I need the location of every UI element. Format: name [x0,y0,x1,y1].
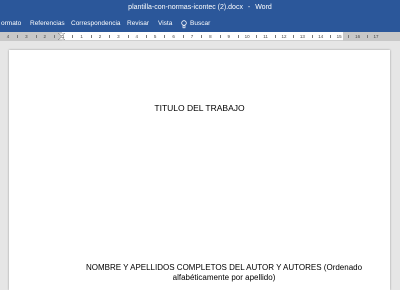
ruler-tick [201,35,203,38]
ruler-right-margin [343,32,400,41]
ruler-number: 7 [190,34,194,39]
ruler-tick [330,35,331,38]
horizontal-ruler[interactable]: 4 3 2 1 1 2 3 4 5 6 7 8 9 10 11 12 13 14 15 16 17 [0,32,400,41]
document-canvas[interactable]: TITULO DEL TRABAJO NOMBRE Y APELLIDOS CO… [0,42,400,290]
lightbulb-icon [181,19,187,28]
ruler-tick [127,35,129,38]
ruler-number: 9 [227,34,231,39]
document-title[interactable]: TITULO DEL TRABAJO [9,103,390,113]
ruler-tick [219,35,221,38]
document-page[interactable]: TITULO DEL TRABAJO NOMBRE Y APELLIDOS CO… [9,50,390,290]
tab-referencias[interactable]: Referencias [30,16,65,32]
title-separator: - [247,4,251,11]
ruler-number: 4 [6,34,10,39]
ruler-number: 13 [299,34,305,39]
ruler-number: 16 [355,34,361,39]
ruler-tick [109,35,111,38]
ruler-number: 12 [281,34,287,39]
ruler-tick [256,35,258,38]
tab-correspondencia[interactable]: Correspondencia [71,16,121,32]
ruler-tick [366,35,368,38]
ruler-number: 3 [25,34,28,39]
ruler-number: 11 [263,34,268,39]
ruler-tick [238,35,239,38]
ruler-tick [293,35,295,38]
ruler-tick [311,35,313,38]
tab-formato[interactable]: ormato [1,16,21,32]
ruler-number: 4 [135,34,139,39]
tab-vista[interactable]: Vista [158,16,172,32]
ribbon-tab-bar: ormato Referencias Correspondencia Revis… [0,16,400,32]
ruler-number: 15 [336,34,342,39]
ruler-number: 1 [80,34,83,39]
ruler-number: 17 [373,34,379,39]
ruler-tick [54,35,55,38]
ruler-tick [348,35,350,38]
ruler-number: 10 [244,34,250,39]
ruler-tick [72,35,74,38]
ruler-number: 2 [98,34,102,39]
ruler-tick [90,35,92,38]
ruler-number: 14 [318,34,324,39]
ruler-number: 1 [61,34,65,39]
document-name: plantilla-con-normas-icontec (2).docx [128,4,243,11]
ruler-tick [17,35,19,38]
title-bar: plantilla-con-normas-icontec (2).docx - … [0,0,400,16]
ruler-tick [182,35,184,38]
ruler-tick [35,35,37,38]
ruler-number: 5 [153,34,157,39]
document-authors[interactable]: NOMBRE Y APELLIDOS COMPLETOS DEL AUTOR Y… [79,263,369,283]
ruler-number: 8 [209,34,212,39]
ruler-number: 3 [117,34,120,39]
ruler-tick [274,35,276,38]
ruler-number: 2 [43,34,47,39]
ruler-tick [164,35,166,38]
ruler-tick [146,35,147,38]
tell-me-label: Buscar [190,20,211,27]
ruler-number: 6 [172,34,175,39]
window-title: plantilla-con-normas-icontec (2).docx - … [128,0,272,16]
tab-revisar[interactable]: Revisar [127,16,149,32]
app-name: Word [255,4,272,11]
tell-me-search[interactable]: Buscar [181,16,210,32]
